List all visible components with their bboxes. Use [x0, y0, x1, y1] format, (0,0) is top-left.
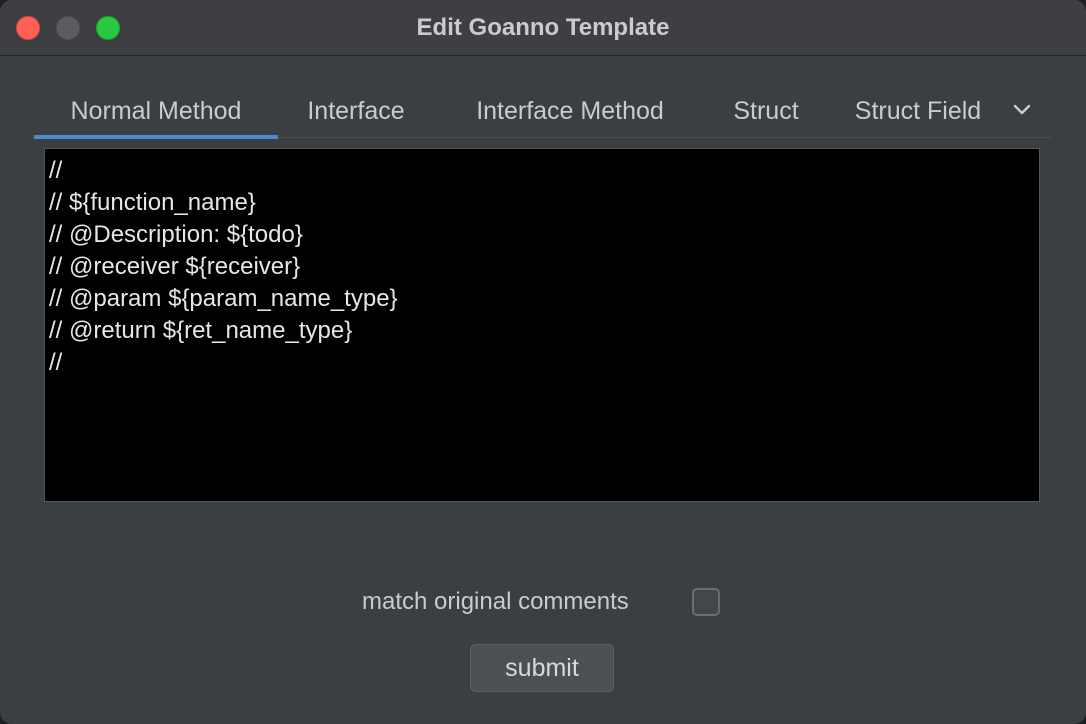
editor-line: // — [49, 349, 63, 376]
chevron-down-icon[interactable] — [1010, 98, 1034, 122]
title-bar: Edit Goanno Template — [0, 0, 1086, 56]
tab-interface-method[interactable]: Interface Method — [434, 80, 706, 138]
editor-line: // @param ${param_name_type} — [49, 285, 398, 312]
tab-interface[interactable]: Interface — [278, 80, 434, 138]
tab-struct-field[interactable]: Struct Field — [826, 80, 1010, 138]
editor-line: // @return ${ret_name_type} — [49, 317, 353, 344]
submit-button[interactable]: submit — [470, 644, 614, 692]
editor-line: // ${function_name} — [49, 189, 256, 216]
editor-line: // — [49, 157, 63, 184]
dialog-window: Edit Goanno Template Normal Method Inter… — [0, 0, 1086, 724]
tab-normal-method[interactable]: Normal Method — [34, 80, 278, 139]
editor-line: // @Description: ${todo} — [49, 221, 303, 248]
match-comments-row: match original comments — [0, 582, 1086, 622]
editor-line: // @receiver ${receiver} — [49, 253, 301, 280]
template-editor[interactable]: // // ${function_name} // @Description: … — [44, 148, 1040, 502]
template-tabs: Normal Method Interface Interface Method… — [34, 80, 1052, 139]
window-title: Edit Goanno Template — [416, 14, 670, 41]
match-original-comments-checkbox[interactable] — [692, 588, 720, 616]
match-original-comments-label: match original comments — [362, 588, 629, 615]
tab-struct[interactable]: Struct — [706, 80, 826, 138]
